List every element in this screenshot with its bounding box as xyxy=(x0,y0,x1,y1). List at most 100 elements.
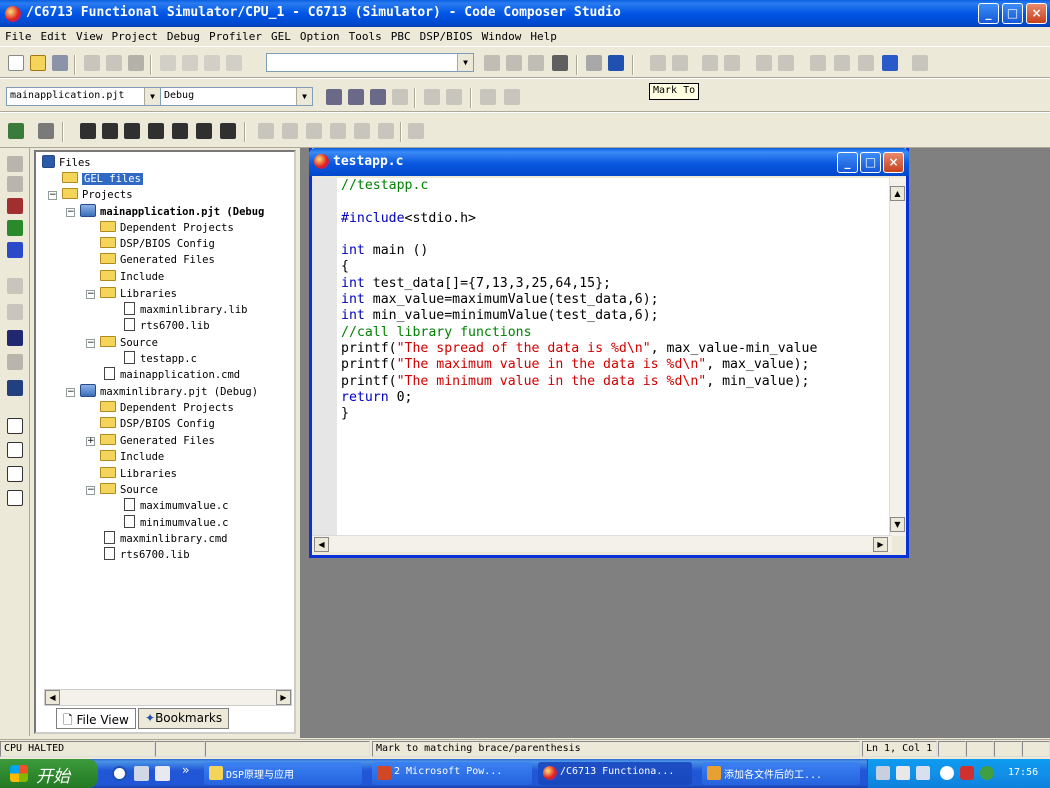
remove-probe-icon[interactable] xyxy=(504,89,520,105)
taskbar-item-ccs[interactable]: /C6713 Functiona... xyxy=(538,762,692,785)
search-icon[interactable] xyxy=(408,123,424,139)
bookmark-icon[interactable] xyxy=(756,55,772,71)
code-line[interactable]: printf("The spread of the data is %d\n",… xyxy=(341,341,892,357)
watch-icon[interactable] xyxy=(38,123,54,139)
undo-icon[interactable] xyxy=(160,55,176,71)
find-next-icon[interactable] xyxy=(506,55,522,71)
antivirus-icon[interactable] xyxy=(960,766,974,780)
tree-item[interactable]: Generated Files xyxy=(100,252,215,268)
redo-all-icon[interactable] xyxy=(226,55,242,71)
maximize-button[interactable]: □ xyxy=(1002,3,1023,24)
code-line[interactable]: #include<stdio.h> xyxy=(341,211,892,227)
code-line[interactable] xyxy=(341,194,892,210)
register-window-icon[interactable] xyxy=(7,466,23,482)
step-out-icon[interactable] xyxy=(7,198,23,214)
menu-help[interactable]: Help xyxy=(525,27,561,43)
next-bookmark-icon[interactable] xyxy=(810,55,826,71)
tree-item[interactable]: maxminlibrary.cmd xyxy=(104,531,227,547)
comment-icon[interactable] xyxy=(702,55,718,71)
taskbar-item-document[interactable]: 添加各文件后的工... xyxy=(702,762,860,785)
menu-gel[interactable]: GEL xyxy=(266,27,295,43)
tools-icon[interactable] xyxy=(912,55,928,71)
code-line[interactable]: int max_value=maximumValue(test_data,6); xyxy=(341,292,892,308)
scroll-left-icon[interactable]: ◀ xyxy=(45,690,60,705)
project-select[interactable]: mainapplication.pjt ▼ xyxy=(6,87,161,106)
run-to-cursor-icon[interactable] xyxy=(7,330,23,346)
remove-breakpoints-icon[interactable] xyxy=(446,89,462,105)
code-line[interactable]: //call library functions xyxy=(341,325,892,341)
incremental-build-icon[interactable] xyxy=(348,89,364,105)
collapse-icon[interactable]: − xyxy=(86,339,95,348)
clear-bookmarks-icon[interactable] xyxy=(882,55,898,71)
quicklaunch-ie-icon[interactable] xyxy=(112,766,127,781)
messenger-icon[interactable] xyxy=(980,766,994,780)
tree-item[interactable]: maximumvalue.c xyxy=(124,498,229,514)
start-button[interactable]: 开始 xyxy=(0,759,98,788)
tree-projects[interactable]: Projects xyxy=(62,187,133,203)
step-over-icon[interactable] xyxy=(7,242,23,258)
stop-build-icon[interactable] xyxy=(392,89,408,105)
scroll-down-icon[interactable]: ▼ xyxy=(890,517,905,532)
tree-project-maxminlibrary[interactable]: maxminlibrary.pjt (Debug) xyxy=(80,384,258,400)
dsp-bios-5-icon[interactable] xyxy=(354,123,370,139)
run-icon[interactable] xyxy=(8,123,24,139)
menu-view[interactable]: View xyxy=(71,27,107,43)
menu-pbc[interactable]: PBC xyxy=(386,27,415,43)
editor-titlebar[interactable]: testapp.c _ □ × xyxy=(309,148,909,176)
disasm-window-icon[interactable] xyxy=(7,490,23,506)
copy-icon[interactable] xyxy=(106,55,122,71)
scroll-left-icon[interactable]: ◀ xyxy=(314,537,329,552)
tree-item[interactable]: rts6700.lib xyxy=(124,318,210,334)
print-icon[interactable] xyxy=(586,55,602,71)
tree-item[interactable]: Generated Files xyxy=(100,433,215,449)
tree-gel-files[interactable]: GEL files xyxy=(62,171,143,187)
tree-item[interactable]: Dependent Projects xyxy=(100,400,234,416)
menu-edit[interactable]: Edit xyxy=(36,27,72,43)
code-line[interactable]: return 0; xyxy=(341,390,892,406)
editor-gutter[interactable] xyxy=(312,178,337,536)
dsp-bios-6-icon[interactable] xyxy=(378,123,394,139)
code-line[interactable]: int test_data[]={7,13,3,25,64,15}; xyxy=(341,276,892,292)
code-line[interactable]: printf("The minimum value in the data is… xyxy=(341,374,892,390)
dsp-bios-2-icon[interactable] xyxy=(282,123,298,139)
redo-icon[interactable] xyxy=(182,55,198,71)
step-into-icon[interactable] xyxy=(7,220,23,236)
editor-minimize-button[interactable]: _ xyxy=(837,152,858,173)
step-over-src-icon[interactable] xyxy=(7,176,23,192)
menu-file[interactable]: File xyxy=(0,27,36,43)
search-combo[interactable]: ▼ xyxy=(266,53,474,72)
tree-item[interactable]: Libraries xyxy=(100,466,177,482)
code-line[interactable]: int min_value=minimumValue(test_data,6); xyxy=(341,308,892,324)
tree-item[interactable]: Include xyxy=(100,449,164,465)
code-line[interactable]: { xyxy=(341,259,892,275)
code-line[interactable]: //testapp.c xyxy=(341,178,892,194)
memory-window-icon[interactable] xyxy=(7,442,23,458)
menu-profiler[interactable]: Profiler xyxy=(204,27,266,43)
new-file-icon[interactable] xyxy=(8,55,24,71)
watch-window-icon[interactable] xyxy=(7,418,23,434)
asm-step-into-icon[interactable] xyxy=(7,278,23,294)
prev-bookmark-icon[interactable] xyxy=(834,55,850,71)
graph-icon[interactable] xyxy=(172,123,188,139)
call-stack-icon[interactable] xyxy=(148,123,164,139)
rebuild-all-icon[interactable] xyxy=(370,89,386,105)
tree-item[interactable]: mainapplication.cmd xyxy=(104,367,240,383)
scroll-right-icon[interactable]: ▶ xyxy=(276,690,291,705)
undo-all-icon[interactable] xyxy=(204,55,220,71)
menu-option[interactable]: Option xyxy=(295,27,344,43)
menu-window[interactable]: Window xyxy=(477,27,526,43)
tab-bookmarks[interactable]: ✦Bookmarks xyxy=(138,708,230,729)
tree-item[interactable]: maxminlibrary.lib xyxy=(124,302,247,318)
save-icon[interactable] xyxy=(52,55,68,71)
tree-item[interactable]: testapp.c xyxy=(124,351,197,367)
dsp-bios-1-icon[interactable] xyxy=(258,123,274,139)
open-folder-icon[interactable] xyxy=(30,55,46,71)
editor-horizontal-scrollbar[interactable]: ◀ ▶ xyxy=(312,535,892,552)
image-icon[interactable] xyxy=(196,123,212,139)
outdent-icon[interactable] xyxy=(650,55,666,71)
pen-icon[interactable] xyxy=(896,766,910,780)
collapse-icon[interactable]: − xyxy=(48,191,57,200)
uncomment-icon[interactable] xyxy=(724,55,740,71)
network-icon[interactable] xyxy=(916,766,930,780)
keyboard-icon[interactable] xyxy=(876,766,890,780)
